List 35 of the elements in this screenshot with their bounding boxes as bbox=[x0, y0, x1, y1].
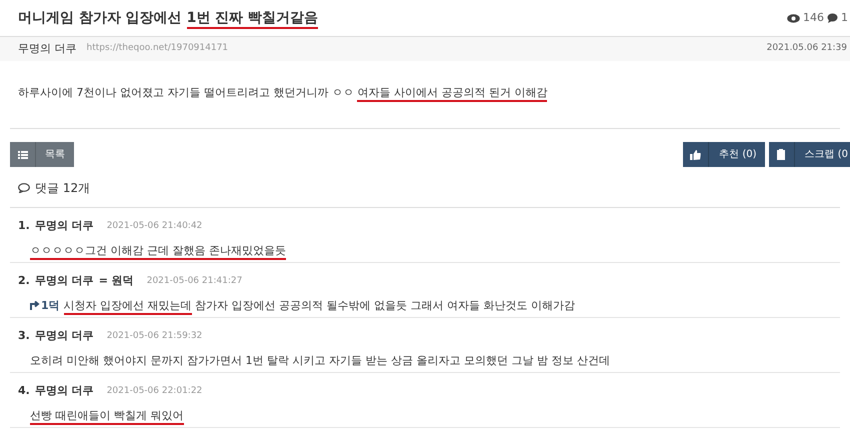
scrap-button[interactable]: 스크랩 (0 bbox=[768, 142, 850, 167]
view-count: 146 bbox=[803, 10, 824, 26]
comment-time: 2021-05-06 21:40:42 bbox=[106, 220, 202, 232]
list-icon bbox=[18, 150, 28, 158]
comment-count: 1 bbox=[841, 10, 848, 26]
comment-author: 무명의 더쿠 bbox=[34, 273, 94, 289]
reply-reference[interactable]: 1덕 bbox=[41, 298, 60, 314]
comment-time: 2021-05-06 21:59:32 bbox=[106, 330, 202, 342]
comment-number: 3. bbox=[18, 328, 30, 344]
reply-arrow-icon bbox=[30, 301, 40, 310]
comment-number: 2. bbox=[18, 273, 30, 289]
speech-bubble-icon bbox=[18, 183, 30, 193]
comment-author: 무명의 더쿠 bbox=[34, 328, 94, 344]
comment-number: 4. bbox=[18, 383, 30, 399]
post-title: 머니게임 참가자 입장에선 1번 진짜 빡칠거같음 bbox=[18, 8, 318, 28]
recommend-button[interactable]: 추천 (0) bbox=[683, 142, 765, 167]
author-name: 무명의 더쿠 bbox=[18, 40, 76, 57]
list-button[interactable]: 목록 bbox=[10, 142, 74, 167]
speech-bubble-icon bbox=[827, 13, 838, 23]
eye-icon bbox=[787, 14, 800, 22]
reply-target: = 원덕 bbox=[98, 273, 134, 289]
comment-author: 무명의 더쿠 bbox=[34, 218, 94, 234]
comment-time: 2021-05-06 21:41:27 bbox=[146, 274, 242, 288]
comment-text: 선빵 때린애들이 빡칠게 뭐있어 bbox=[30, 408, 184, 424]
comment-text: 시청자 입장에선 재밌는데 참가자 입장에선 공공의적 될수밖에 없을듯 그래서 여자들 화난것도 이해가감 bbox=[64, 298, 576, 314]
clipboard-icon bbox=[777, 149, 786, 160]
comment-author: 무명의 더쿠 bbox=[34, 383, 94, 399]
comment-text: ㅇㅇㅇㅇㅇ그건 이해감 근데 잘했음 존나재밌었을듯 bbox=[30, 242, 286, 259]
comments-heading: 댓글 12개 bbox=[35, 180, 90, 197]
comment-text: 오히려 미안해 했어야지 문까지 잠가가면서 1번 탈락 시키고 자기들 받는 상금 올리자고 모의했던 그날 밤 정보 산건데 bbox=[30, 352, 610, 368]
thumbs-up-icon bbox=[690, 150, 702, 160]
post-date: 2021.05.06 21:39 bbox=[766, 42, 847, 56]
post-body: 하루사이에 7천이나 없어졌고 자기들 떨어트리려고 했던거니까 ㅇㅇ 여자들 사이에서 공공의적 된거 이해감 bbox=[0, 61, 850, 128]
comment-time: 2021-05-06 22:01:22 bbox=[106, 384, 202, 398]
comment-number: 1. bbox=[18, 218, 30, 234]
